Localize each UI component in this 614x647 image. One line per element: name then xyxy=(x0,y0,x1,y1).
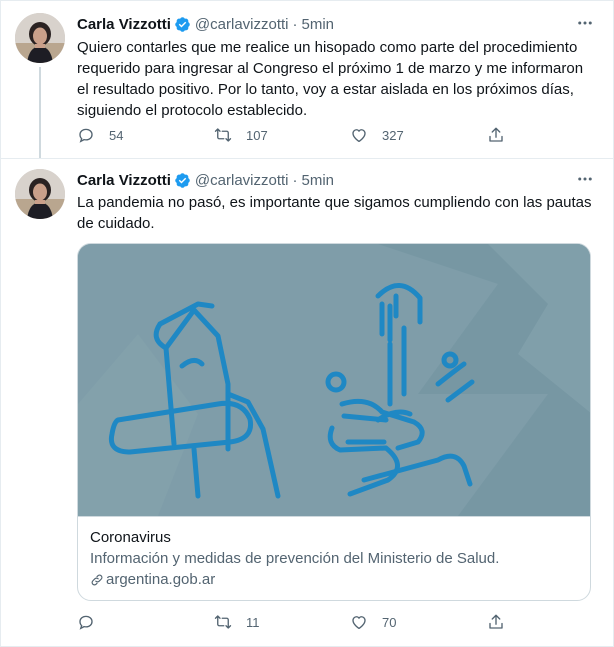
card-domain[interactable]: argentina.gob.ar xyxy=(90,569,580,590)
card-body[interactable]: Coronavirus Información y medidas de pre… xyxy=(78,516,590,600)
tweet[interactable]: Carla Vizzotti @carlavizzotti · 5min La … xyxy=(1,158,614,647)
avatar-image xyxy=(15,169,65,219)
share-button[interactable] xyxy=(487,612,505,632)
timeline-frame: Carla Vizzotti @carlavizzotti · 5min Qui… xyxy=(0,0,614,647)
like-button[interactable]: 70 xyxy=(350,612,396,632)
verified-badge-icon xyxy=(175,172,190,188)
card-title[interactable]: Coronavirus xyxy=(90,527,580,548)
heart-icon xyxy=(352,616,366,630)
separator-dot: · xyxy=(292,15,298,33)
verified-badge-icon xyxy=(175,16,190,32)
more-dots-icon[interactable] xyxy=(573,167,597,191)
tweet-header: Carla Vizzotti @carlavizzotti · 5min xyxy=(77,169,595,191)
more-dots-icon[interactable] xyxy=(573,11,597,35)
share-upload-icon xyxy=(489,127,503,142)
author-name[interactable]: Carla Vizzotti xyxy=(77,16,171,33)
author-handle[interactable]: @carlavizzotti xyxy=(195,172,289,189)
reply-button[interactable]: 54 xyxy=(77,125,123,145)
reply-button[interactable] xyxy=(77,612,109,632)
retweet-button[interactable]: 107 xyxy=(214,125,268,145)
retweet-button[interactable]: 11 xyxy=(214,612,260,632)
separator-dot: · xyxy=(292,171,298,189)
author-handle[interactable]: @carlavizzotti xyxy=(195,16,289,33)
timestamp[interactable]: 5min xyxy=(302,16,335,33)
retweet-icon xyxy=(214,615,232,629)
cough-into-elbow-and-handwashing-illustration xyxy=(78,244,590,516)
timestamp[interactable]: 5min xyxy=(302,172,335,189)
heart-icon xyxy=(352,129,366,143)
author-name[interactable]: Carla Vizzotti xyxy=(77,172,171,189)
retweet-count: 107 xyxy=(246,127,268,143)
card-domain-text: argentina.gob.ar xyxy=(106,571,216,588)
share-button[interactable] xyxy=(487,125,505,145)
tweet-header: Carla Vizzotti @carlavizzotti · 5min xyxy=(77,13,595,35)
like-count: 327 xyxy=(382,127,404,143)
avatar[interactable] xyxy=(15,169,65,219)
link-icon xyxy=(91,574,103,585)
tweet[interactable]: Carla Vizzotti @carlavizzotti · 5min Qui… xyxy=(1,1,614,158)
link-preview-card[interactable]: Coronavirus Información y medidas de pre… xyxy=(77,243,591,601)
like-button[interactable]: 327 xyxy=(350,125,404,145)
share-upload-icon xyxy=(489,614,503,629)
tweet-text: La pandemia no pasó, es importante que s… xyxy=(77,194,592,232)
avatar[interactable] xyxy=(15,13,65,63)
card-description: Información y medidas de prevención del … xyxy=(90,550,500,567)
retweet-count: 11 xyxy=(246,614,260,630)
reply-bubble-icon xyxy=(79,128,93,143)
like-count: 70 xyxy=(382,614,397,630)
tweet-text: Quiero contarles que me realice un hisop… xyxy=(77,39,584,119)
reply-count: 54 xyxy=(109,127,124,143)
reply-bubble-icon xyxy=(79,615,93,630)
card-image[interactable] xyxy=(78,244,590,516)
thread-connector-line xyxy=(39,67,41,158)
retweet-icon xyxy=(214,128,232,142)
avatar-image xyxy=(15,13,65,63)
